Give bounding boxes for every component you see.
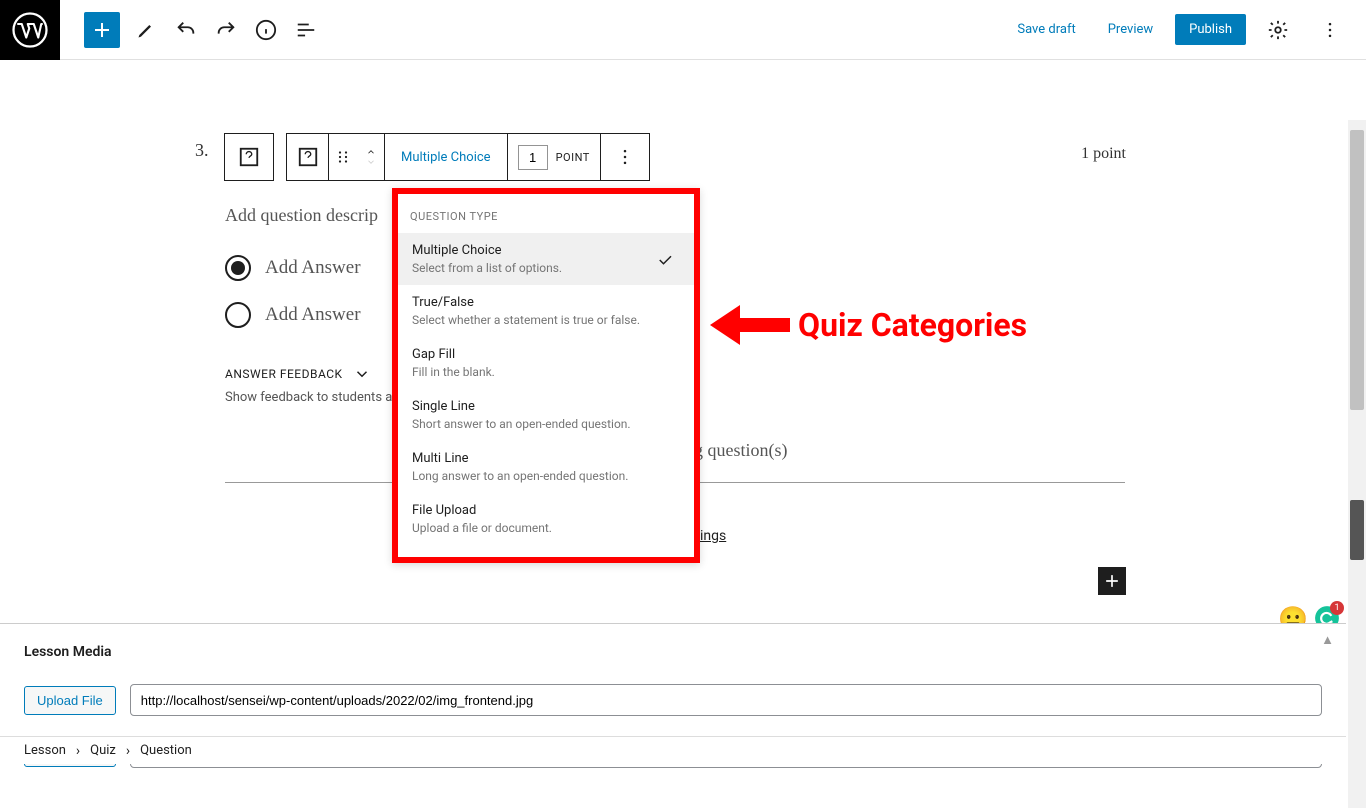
answer-feedback-toggle[interactable]: ANSWER FEEDBACK bbox=[225, 365, 371, 383]
add-block-button[interactable] bbox=[84, 12, 120, 48]
points-display: 1 point bbox=[1081, 145, 1126, 163]
editor-canvas: 3. 1 point Multiple Choice POINT Add que… bbox=[0, 60, 1366, 764]
breadcrumb-quiz[interactable]: Quiz bbox=[90, 743, 116, 758]
file-path-input-1[interactable] bbox=[130, 684, 1322, 716]
annotation-arrow: Quiz Categories bbox=[710, 300, 1027, 350]
answer-option-2[interactable]: Add Answer bbox=[225, 302, 361, 328]
settings-gear-icon[interactable] bbox=[1260, 12, 1296, 48]
dropdown-header: QUESTION TYPE bbox=[398, 194, 694, 233]
scroll-thumb-inner[interactable] bbox=[1350, 500, 1364, 560]
upload-file-button-1[interactable]: Upload File bbox=[24, 686, 116, 715]
move-arrows[interactable] bbox=[357, 134, 385, 180]
lesson-media-title: Lesson Media bbox=[24, 644, 1322, 660]
more-options-icon[interactable] bbox=[1312, 12, 1348, 48]
chevron-down-icon[interactable] bbox=[364, 157, 378, 167]
dropdown-item-file-upload[interactable]: File Upload Upload a file or document. bbox=[398, 493, 694, 545]
question-type-dropdown: QUESTION TYPE Multiple Choice Select fro… bbox=[392, 188, 700, 563]
editor-top-bar: Save draft Preview Publish bbox=[0, 0, 1366, 60]
scrollbar[interactable] bbox=[1348, 120, 1366, 808]
redo-icon[interactable] bbox=[208, 12, 244, 48]
block-more-icon[interactable] bbox=[601, 134, 649, 180]
radio-unselected-icon[interactable] bbox=[225, 302, 251, 328]
point-cell: POINT bbox=[508, 134, 601, 180]
chevron-up-icon[interactable] bbox=[364, 147, 378, 157]
info-icon[interactable] bbox=[248, 12, 284, 48]
publish-button[interactable]: Publish bbox=[1175, 14, 1246, 45]
existing-question-text: g question(s) bbox=[694, 440, 788, 461]
undo-icon[interactable] bbox=[168, 12, 204, 48]
add-block-inline-button[interactable] bbox=[1098, 567, 1126, 595]
breadcrumb-separator: › bbox=[126, 743, 130, 759]
radio-selected-icon[interactable] bbox=[225, 255, 251, 281]
point-label: POINT bbox=[556, 151, 590, 164]
block-toolbar-2: Multiple Choice POINT bbox=[286, 133, 650, 181]
outline-icon[interactable] bbox=[288, 12, 324, 48]
dropdown-item-multi-line[interactable]: Multi Line Long answer to an open-ended … bbox=[398, 441, 694, 493]
answer-text-1[interactable]: Add Answer bbox=[265, 257, 361, 279]
arrow-icon bbox=[710, 300, 790, 350]
upload-row-1: Upload File bbox=[24, 684, 1322, 716]
answer-option-1[interactable]: Add Answer bbox=[225, 255, 361, 281]
dropdown-item-true-false[interactable]: True/False Select whether a statement is… bbox=[398, 285, 694, 337]
breadcrumb-separator: › bbox=[76, 743, 80, 759]
question-description-placeholder[interactable]: Add question descrip bbox=[225, 205, 378, 226]
block-toolbar-1 bbox=[224, 133, 274, 181]
annotation-label: Quiz Categories bbox=[798, 306, 1027, 344]
breadcrumb-lesson[interactable]: Lesson bbox=[24, 743, 66, 758]
collapse-icon[interactable]: ▲ bbox=[1321, 632, 1334, 648]
top-right-actions: Save draft Preview Publish bbox=[1007, 12, 1366, 48]
edit-tool-icon[interactable] bbox=[128, 12, 164, 48]
check-icon bbox=[656, 251, 674, 269]
quiz-settings-link[interactable]: ings bbox=[700, 528, 726, 544]
badge-count: 1 bbox=[1330, 601, 1344, 615]
question-block-icon[interactable] bbox=[225, 134, 273, 180]
dropdown-item-gap-fill[interactable]: Gap Fill Fill in the blank. bbox=[398, 337, 694, 389]
dropdown-item-single-line[interactable]: Single Line Short answer to an open-ende… bbox=[398, 389, 694, 441]
lesson-media-panel: Lesson Media ▲ Upload File Upload File bbox=[0, 623, 1346, 808]
scroll-thumb[interactable] bbox=[1350, 130, 1364, 410]
feedback-description: Show feedback to students afte bbox=[225, 390, 408, 405]
feedback-label: ANSWER FEEDBACK bbox=[225, 367, 343, 381]
question-type-icon[interactable] bbox=[287, 134, 329, 180]
answer-text-2[interactable]: Add Answer bbox=[265, 304, 361, 326]
wordpress-logo[interactable] bbox=[0, 0, 60, 60]
drag-handle-icon[interactable] bbox=[329, 134, 357, 180]
question-type-button[interactable]: Multiple Choice bbox=[385, 134, 508, 180]
save-draft-button[interactable]: Save draft bbox=[1007, 16, 1085, 43]
question-number: 3. bbox=[195, 140, 209, 161]
point-input[interactable] bbox=[518, 145, 548, 170]
breadcrumb: Lesson › Quiz › Question bbox=[0, 736, 1346, 764]
chevron-down-icon bbox=[353, 365, 371, 383]
breadcrumb-question[interactable]: Question bbox=[140, 743, 192, 758]
preview-button[interactable]: Preview bbox=[1098, 16, 1163, 43]
dropdown-item-multiple-choice[interactable]: Multiple Choice Select from a list of op… bbox=[398, 233, 694, 285]
